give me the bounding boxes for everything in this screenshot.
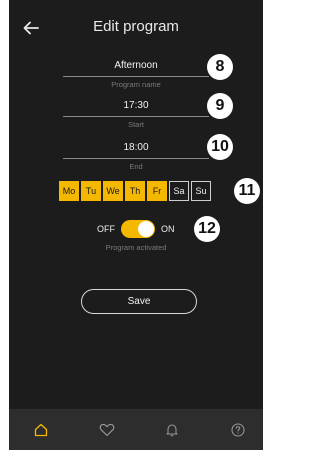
start-time-underline [63,116,209,117]
toggle-knob [138,221,154,237]
callout-badge-9: 9 [207,93,233,119]
end-time-underline [63,158,209,159]
callout-badge-11: 11 [234,178,260,204]
page-title: Edit program [93,18,179,35]
program-name-underline [63,76,209,77]
program-activated-toggle[interactable] [121,220,155,238]
end-time-label: End [129,162,143,171]
activation-toggle-row: OFF ON [97,220,175,238]
start-time-value[interactable]: 17:30 [63,97,209,115]
program-name-value[interactable]: Afternoon [63,57,209,75]
day-thursday[interactable]: Th [125,181,145,201]
program-activated-caption: Program activated [105,243,167,252]
day-tuesday[interactable]: Tu [81,181,101,201]
header: Edit program [9,0,263,56]
callout-badge-10: 10 [207,134,233,160]
save-button[interactable]: Save [81,289,197,314]
day-saturday[interactable]: Sa [169,181,189,201]
end-time-value[interactable]: 18:00 [63,139,209,157]
program-name-field[interactable]: Afternoon Program name [63,57,209,89]
heart-icon [99,423,115,436]
day-sunday[interactable]: Su [191,181,211,201]
help-icon [231,423,245,436]
bottom-navbar [9,409,263,450]
start-time-field[interactable]: 17:30 Start [63,97,209,129]
toggle-on-label: ON [161,224,175,234]
app-screen: Edit program Afternoon Program name 8 17… [9,0,263,450]
callout-badge-8: 8 [207,54,233,80]
day-friday[interactable]: Fr [147,181,167,201]
toggle-off-label: OFF [97,224,115,234]
bell-icon [166,424,178,436]
nav-favorites[interactable] [87,409,127,450]
nav-notifications[interactable] [152,409,192,450]
end-time-field[interactable]: 18:00 End [63,139,209,171]
day-monday[interactable]: Mo [59,181,79,201]
program-name-label: Program name [111,80,161,89]
day-wednesday[interactable]: We [103,181,123,201]
nav-home[interactable] [21,409,61,450]
day-selector: Mo Tu We Th Fr Sa Su [59,181,211,201]
home-icon [34,423,48,436]
callout-badge-12: 12 [194,216,220,242]
nav-help[interactable] [218,409,258,450]
start-time-label: Start [128,120,144,129]
